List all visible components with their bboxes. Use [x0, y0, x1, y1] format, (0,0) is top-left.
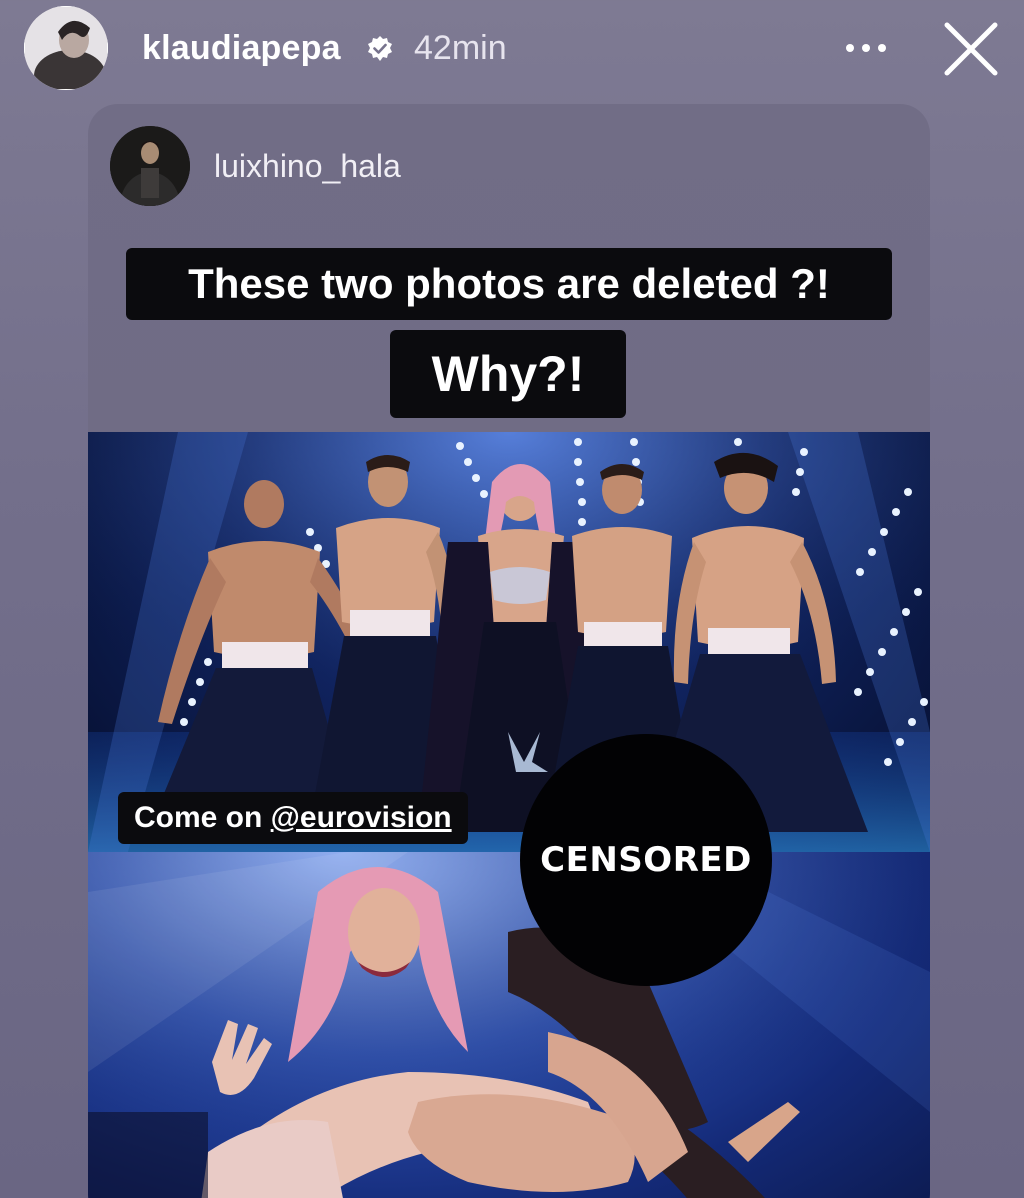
close-story-button[interactable] — [940, 18, 1002, 80]
performance-photo-1 — [88, 432, 930, 852]
caption-line-2: Why?! — [390, 330, 626, 418]
eurovision-mention-sticker[interactable]: Come on @eurovision — [118, 792, 468, 844]
story-header: klaudiapepa 42min — [0, 0, 1024, 100]
shared-post-author-username[interactable]: luixhino_hala — [214, 148, 401, 184]
more-options-button[interactable] — [836, 30, 896, 70]
story-author-username[interactable]: klaudiapepa — [142, 26, 341, 70]
sticker-prefix-text: Come on — [134, 801, 271, 834]
caption-line-1: These two photos are deleted ?! — [126, 248, 892, 320]
censored-label: CENSORED — [540, 840, 752, 880]
shared-post-author-avatar[interactable] — [110, 126, 190, 206]
eurovision-mention-link[interactable]: @eurovision — [271, 801, 452, 834]
close-icon — [944, 22, 998, 76]
story-author-avatar[interactable] — [24, 6, 108, 90]
censored-badge: CENSORED — [520, 734, 772, 986]
more-horizontal-icon — [846, 44, 886, 52]
story-timestamp: 42min — [414, 29, 507, 67]
performance-photo-2 — [88, 852, 930, 1198]
shared-post-card[interactable]: luixhino_hala These two photos are delet… — [88, 104, 930, 1198]
verified-badge-icon — [366, 35, 394, 63]
